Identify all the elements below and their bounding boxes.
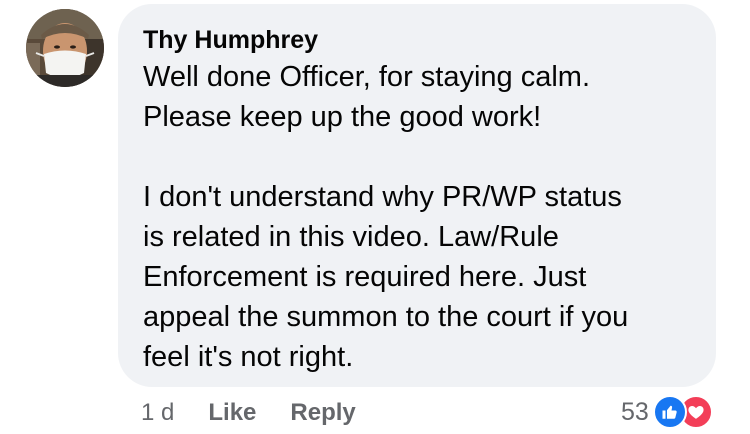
comment-paragraph: Well done Officer, for staying calm. Ple…	[143, 57, 692, 137]
avatar[interactable]	[26, 9, 104, 87]
comment-line: is related in this video. Law/Rule	[143, 221, 559, 253]
comment-line: appeal the summon to the court if you	[143, 301, 629, 333]
comment-author[interactable]: Thy Humphrey	[143, 25, 692, 55]
comment-line: Please keep up the good work!	[143, 101, 542, 133]
comment-paragraph: I don't understand why PR/WP status is r…	[143, 177, 692, 377]
comment-actions: 1 d Like Reply	[141, 397, 390, 429]
reply-button[interactable]: Reply	[290, 399, 355, 427]
comment-bubble: Thy Humphrey Well done Officer, for stay…	[118, 4, 716, 387]
comment-body: Well done Officer, for staying calm. Ple…	[143, 57, 692, 377]
reaction-icons	[652, 395, 713, 429]
comment-line: feel it's not right.	[143, 341, 354, 373]
comment-line: I don't understand why PR/WP status	[143, 181, 622, 213]
reaction-summary[interactable]: 53	[621, 394, 713, 430]
comment-line: Enforcement is required here. Just	[143, 261, 587, 293]
thumbs-up-icon	[652, 395, 687, 429]
comment-line: Well done Officer, for staying calm.	[143, 61, 591, 93]
comment-timestamp[interactable]: 1 d	[141, 399, 174, 427]
like-button[interactable]: Like	[208, 399, 256, 427]
reaction-count: 53	[621, 397, 649, 426]
